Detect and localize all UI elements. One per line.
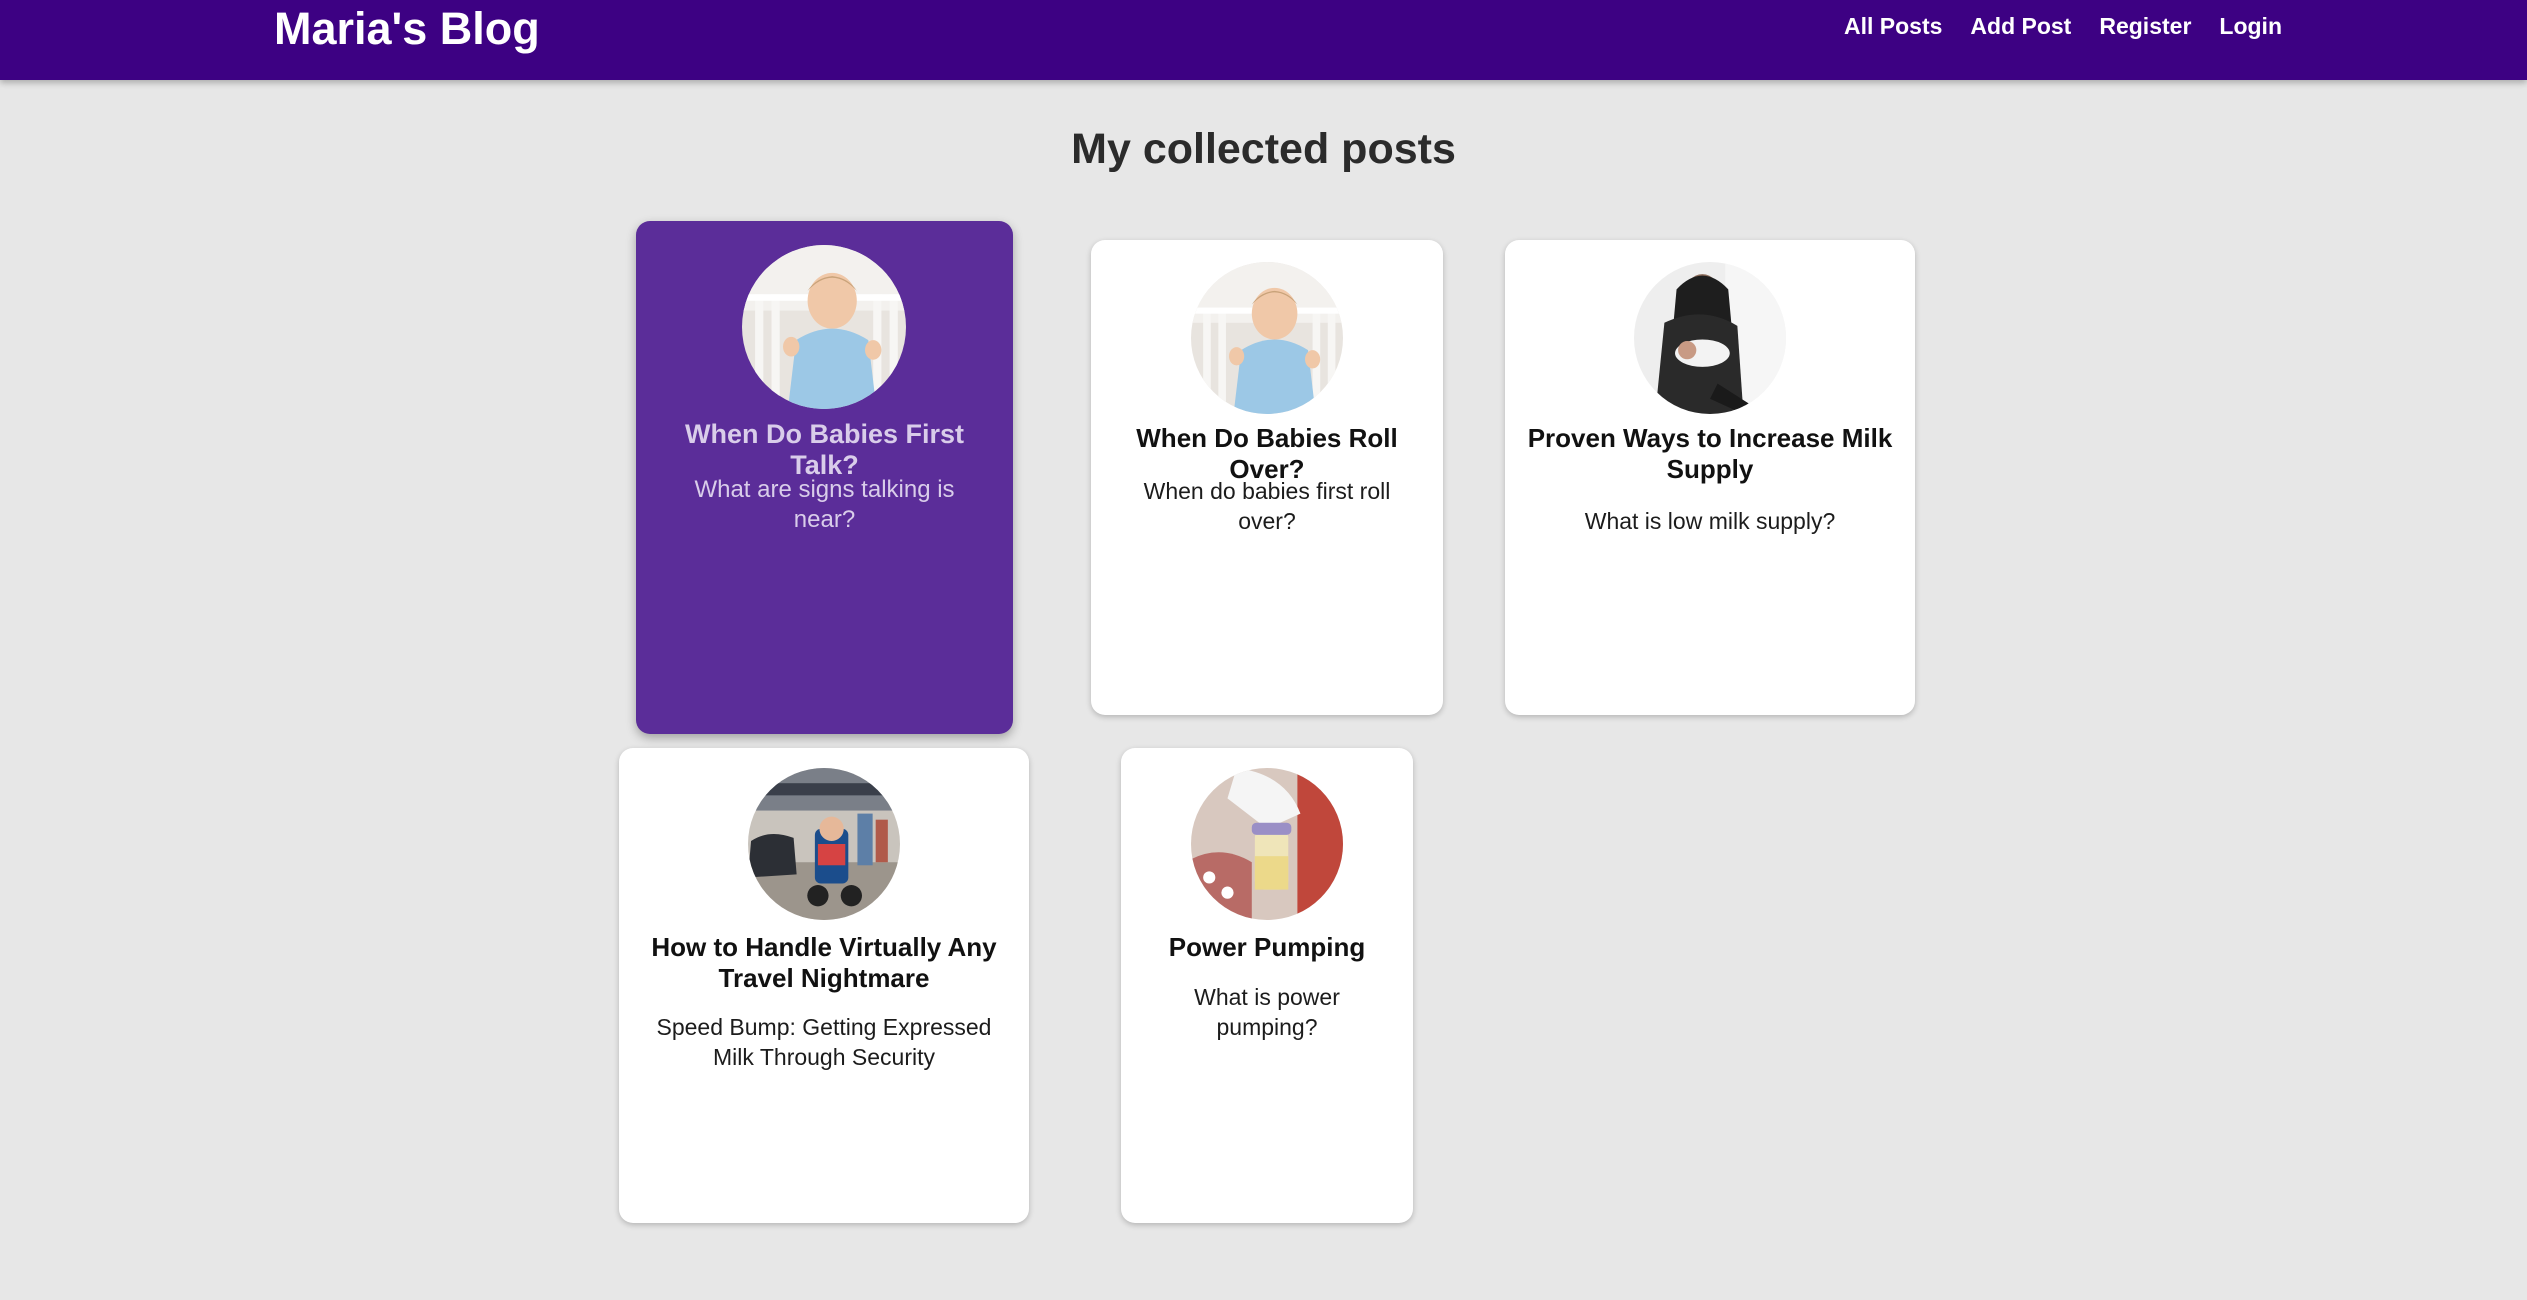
post-card[interactable]: How to Handle Virtually Any Travel Night… (619, 748, 1029, 1223)
nav-links: All Posts Add Post Register Login (1844, 0, 2282, 52)
nav-register-link[interactable]: Register (2099, 0, 2191, 52)
post-description: Speed Bump: Getting Expressed Milk Throu… (656, 1014, 992, 1070)
post-card[interactable]: When Do Babies Roll Over? When do babies… (1091, 240, 1443, 715)
post-title: How to Handle Virtually Any Travel Night… (651, 932, 997, 993)
post-card[interactable]: Proven Ways to Increase Milk Supply What… (1505, 240, 1915, 715)
post-thumbnail-image (1634, 262, 1786, 414)
post-title: Power Pumping (1168, 932, 1366, 962)
post-description: What are signs talking is near? (694, 476, 955, 533)
nav-add-post-link[interactable]: Add Post (1970, 0, 2071, 52)
post-description: When do babies first roll over? (1143, 478, 1391, 534)
post-thumbnail-image (1191, 768, 1343, 920)
nav-all-posts-link[interactable]: All Posts (1844, 0, 1942, 52)
top-navbar: Maria's Blog All Posts Add Post Register… (0, 0, 2527, 80)
page-title: My collected posts (1071, 125, 1456, 173)
post-title: When Do Babies First Talk? (684, 419, 965, 480)
post-title: Proven Ways to Increase Milk Supply (1527, 423, 1893, 484)
post-card[interactable]: When Do Babies First Talk? What are sign… (636, 221, 1013, 734)
post-description: What is power pumping? (1194, 984, 1340, 1040)
post-thumbnail-image (1191, 262, 1343, 414)
brand-logo-link[interactable]: Maria's Blog (274, 0, 540, 58)
post-card[interactable]: Power Pumping What is power pumping? (1121, 748, 1413, 1223)
post-description: What is low milk supply? (1584, 508, 1836, 534)
post-thumbnail-image (748, 768, 900, 920)
post-thumbnail-image (742, 245, 906, 409)
nav-login-link[interactable]: Login (2219, 0, 2282, 52)
